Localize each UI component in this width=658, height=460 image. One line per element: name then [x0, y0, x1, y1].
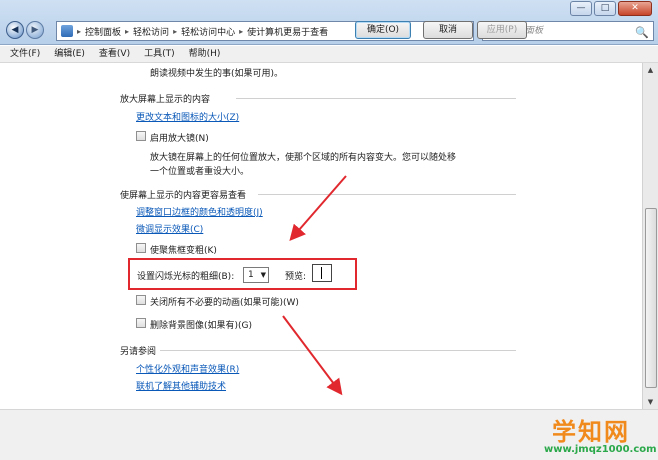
address-bar[interactable]: ▸ 控制面板 ▸ 轻松访问 ▸ 轻松访问中心 ▸ 使计算机更易于查看 ▾ ⟳ [56, 21, 474, 41]
content-pane [0, 63, 642, 409]
scroll-up-icon[interactable]: ▲ [643, 63, 658, 77]
section-heading-see-also: 另请参阅 [120, 347, 157, 357]
breadcrumb-ease-of-access[interactable]: 轻松访问 [133, 25, 169, 38]
watermark-title: 学知网 [552, 418, 630, 446]
site-watermark: 学知网 www.jmqz1000.com [530, 408, 658, 460]
title-bar: — □ ✕ ◀ ▶ ▸ 控制面板 ▸ 轻松访问 ▸ 轻松访问中心 ▸ 使计算机更… [0, 0, 658, 45]
highlight-box-cursor-setting [128, 258, 357, 290]
link-text-size[interactable]: 更改文本和图标的大小(Z) [136, 110, 239, 123]
window-controls: — □ ✕ [570, 1, 652, 16]
magnifier-description-cont: 一个位置或者重设大小。 [150, 167, 250, 177]
menu-tools[interactable]: 工具(T) [144, 46, 175, 62]
minimize-button[interactable]: — [570, 1, 592, 16]
magnifier-label: 启用放大镜(N) [150, 134, 209, 144]
link-display-effects[interactable]: 微调显示效果(C) [136, 222, 203, 235]
breadcrumb-control-panel[interactable]: 控制面板 [85, 25, 121, 38]
scrollbar-thumb[interactable] [645, 208, 657, 388]
link-personalize[interactable]: 个性化外观和声音效果(R) [136, 362, 239, 375]
vertical-scrollbar[interactable]: ▲ ▼ [642, 63, 658, 409]
search-icon[interactable]: 🔍 [635, 24, 649, 42]
ok-button[interactable]: 确定(O) [355, 21, 411, 39]
scroll-down-icon[interactable]: ▼ [643, 395, 658, 409]
section-divider [160, 350, 516, 351]
animations-checkbox[interactable] [136, 295, 146, 305]
maximize-button[interactable]: □ [594, 1, 616, 16]
section-divider [258, 194, 516, 195]
section-divider [236, 98, 516, 99]
forward-button[interactable]: ▶ [26, 21, 44, 39]
menu-bar: 文件(F) 编辑(E) 查看(V) 工具(T) 帮助(H) [0, 46, 658, 63]
breadcrumb-ease-of-access-center[interactable]: 轻松访问中心 [181, 25, 235, 38]
breadcrumb-separator: ▸ [173, 26, 178, 36]
background-label: 删除背景图像(如果有)(G) [150, 321, 253, 331]
magnifier-description: 放大镜在屏幕上的任何位置放大，使那个区域的所有内容变大。您可以随处移 [150, 153, 457, 163]
watermark-url: www.jmqz1000.com [544, 444, 657, 455]
magnifier-checkbox[interactable] [136, 131, 146, 141]
link-assistive-tech[interactable]: 联机了解其他辅助技术 [136, 379, 226, 392]
breadcrumb-current-page[interactable]: 使计算机更易于查看 [247, 25, 328, 38]
back-button[interactable]: ◀ [6, 21, 24, 39]
breadcrumb-separator: ▸ [125, 26, 130, 36]
focus-rect-checkbox[interactable] [136, 243, 146, 253]
menu-edit[interactable]: 编辑(E) [54, 46, 85, 62]
cancel-button[interactable]: 取消 [423, 21, 473, 39]
focus-rect-label: 使聚焦框变粗(K) [150, 246, 217, 256]
section-heading-easier: 使屏幕上显示的内容更容易查看 [120, 191, 247, 201]
breadcrumb-separator: ▸ [239, 26, 244, 36]
control-panel-icon [61, 25, 73, 37]
breadcrumb-separator: ▸ [77, 26, 82, 36]
close-button[interactable]: ✕ [618, 1, 652, 16]
apply-button[interactable]: 应用(P) [477, 21, 527, 39]
menu-help[interactable]: 帮助(H) [189, 46, 221, 62]
menu-view[interactable]: 查看(V) [99, 46, 130, 62]
section-heading-magnify: 放大屏幕上显示的内容 [120, 95, 211, 105]
background-checkbox[interactable] [136, 318, 146, 328]
narrator-description: 朗读视频中发生的事(如果可用)。 [150, 69, 284, 79]
link-window-color[interactable]: 调整窗口边框的颜色和透明度(J) [136, 205, 263, 218]
animations-label: 关闭所有不必要的动画(如果可能)(W) [150, 298, 299, 308]
menu-file[interactable]: 文件(F) [10, 46, 40, 62]
